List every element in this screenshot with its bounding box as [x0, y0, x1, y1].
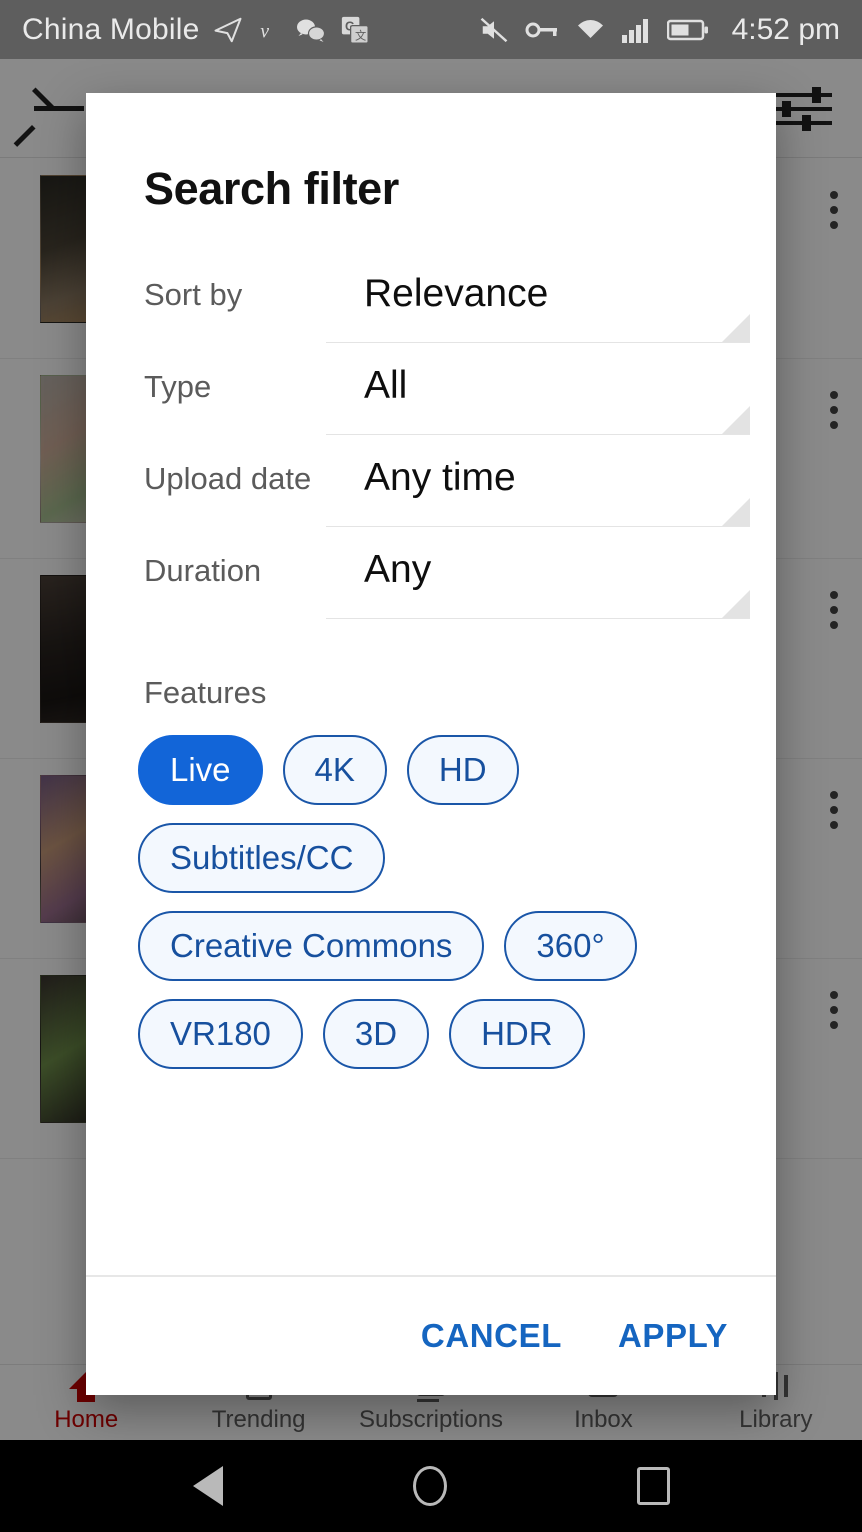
feature-chip-vr180[interactable]: VR180	[138, 999, 303, 1069]
filter-row-upload-date: Upload date Any time	[86, 451, 776, 527]
dialog-actions: CANCEL APPLY	[86, 1277, 776, 1395]
spinner-value: Any time	[364, 456, 516, 499]
feature-chip-creative-commons[interactable]: Creative Commons	[138, 911, 485, 981]
wechat-icon	[295, 16, 327, 44]
carrier-label: China Mobile	[22, 12, 200, 46]
google-translate-icon: G 文	[340, 15, 370, 45]
status-bar-system-icons: 4:52 pm	[478, 13, 840, 47]
filter-fields: Sort by Relevance Type All Upload date A…	[86, 215, 776, 619]
feature-chip-360[interactable]: 360°	[504, 911, 637, 981]
status-bar-notification-icons: v G 文	[213, 15, 370, 45]
features-label: Features	[144, 675, 267, 710]
spinner-value: All	[364, 364, 408, 407]
v-app-icon: v	[256, 15, 282, 45]
type-spinner[interactable]: All	[326, 359, 750, 435]
battery-icon	[666, 18, 709, 42]
search-filter-dialog: Search filter Sort by Relevance Type All	[86, 93, 776, 1395]
phone-screen: China Mobile v G 文 4:52 pm Home Trending…	[0, 0, 862, 1532]
filter-label: Type	[144, 369, 212, 404]
home-nav-icon[interactable]	[412, 1466, 447, 1506]
dropdown-triangle-icon	[722, 314, 750, 342]
duration-spinner[interactable]: Any	[326, 543, 750, 619]
feature-chip-group: Live 4K HD Subtitles/CC Creative Commons…	[86, 711, 716, 1069]
back-nav-icon[interactable]	[192, 1466, 223, 1506]
telegram-icon	[213, 15, 243, 45]
vpn-key-icon	[525, 17, 559, 43]
feature-chip-hdr[interactable]: HDR	[449, 999, 585, 1069]
upload-date-spinner[interactable]: Any time	[326, 451, 750, 527]
filter-label: Upload date	[144, 461, 312, 496]
feature-chip-3d[interactable]: 3D	[322, 999, 430, 1069]
signal-icon	[621, 17, 652, 43]
dropdown-triangle-icon	[722, 406, 750, 434]
wifi-icon	[574, 16, 607, 44]
sort-by-spinner[interactable]: Relevance	[326, 267, 750, 343]
svg-text:文: 文	[355, 28, 366, 42]
filter-label: Duration	[144, 553, 262, 588]
dropdown-triangle-icon	[722, 498, 750, 526]
clock-label: 4:52 pm	[731, 12, 840, 46]
spinner-value: Relevance	[364, 272, 549, 315]
filter-row-type: Type All	[86, 359, 776, 435]
dropdown-triangle-icon	[722, 590, 750, 618]
spinner-value: Any	[364, 548, 432, 591]
filter-row-duration: Duration Any	[86, 543, 776, 619]
feature-chip-subtitles-cc[interactable]: Subtitles/CC	[138, 823, 386, 893]
feature-chip-live[interactable]: Live	[138, 735, 263, 805]
svg-text:v: v	[260, 21, 269, 42]
feature-chip-hd[interactable]: HD	[406, 735, 519, 805]
android-navigation-bar[interactable]	[0, 1440, 862, 1532]
page-title: Search filter	[144, 163, 399, 214]
recents-nav-icon[interactable]	[636, 1467, 670, 1505]
dialog-content[interactable]: Search filter Sort by Relevance Type All	[86, 93, 776, 1275]
status-bar: China Mobile v G 文 4:52 pm	[0, 0, 862, 59]
apply-button[interactable]: APPLY	[618, 1317, 728, 1355]
filter-label: Sort by	[144, 277, 243, 312]
cancel-button[interactable]: CANCEL	[421, 1317, 562, 1355]
filter-row-sort-by: Sort by Relevance	[86, 267, 776, 343]
mute-icon	[478, 15, 510, 45]
feature-chip-4k[interactable]: 4K	[282, 735, 387, 805]
